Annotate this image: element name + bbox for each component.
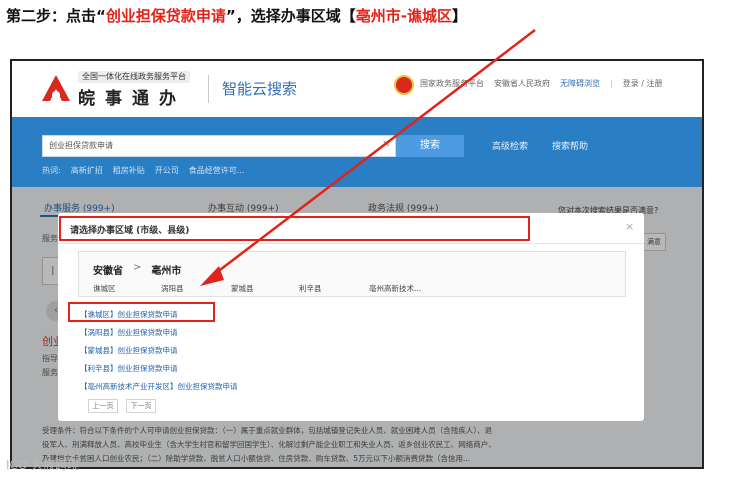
apply-link-lixin[interactable]: 【利辛县】创业担保贷款申请 bbox=[80, 363, 178, 374]
link-separator: | bbox=[610, 79, 613, 88]
advanced-search-link[interactable]: 高级检索 bbox=[492, 139, 528, 152]
prev-page-button[interactable]: 上一页 bbox=[88, 399, 118, 413]
highlight-modal-title bbox=[59, 216, 530, 241]
county-option[interactable]: 涡阳县 bbox=[161, 283, 184, 294]
hot-word[interactable]: 租房补贴 bbox=[113, 165, 145, 176]
link-accessibility[interactable]: 无障碍浏览 bbox=[560, 78, 600, 89]
search-banner: 创业担保贷款申请 ✕ 搜索 高级检索 搜索帮助 热词: 高新扩招 租房补贴 开公… bbox=[12, 117, 702, 187]
chevron-right-icon: > bbox=[133, 262, 142, 273]
site-logo-icon bbox=[42, 75, 70, 101]
hot-word[interactable]: 高新扩招 bbox=[71, 165, 103, 176]
header-divider bbox=[208, 75, 209, 103]
watermark: ICO 大族跨境 bbox=[6, 458, 80, 472]
step-instruction: 第二步：点击“创业担保贷款申请”，选择办事区域【亳州市-谯城区】 bbox=[6, 3, 467, 29]
region-selector: 安徽省 > 亳州市 谯城区 涡阳县 蒙城县 利辛县 亳州高新技术... bbox=[78, 251, 626, 297]
apply-link-hightech-zone[interactable]: 【亳州高新技术产业开发区】创业担保贷款申请 bbox=[80, 381, 238, 392]
region-province[interactable]: 安徽省 bbox=[93, 262, 123, 277]
platform-subtitle: 全国一体化在线政务服务平台 bbox=[78, 71, 190, 83]
region-breadcrumb: 安徽省 > 亳州市 bbox=[93, 262, 181, 277]
close-icon[interactable]: × bbox=[625, 220, 634, 233]
search-input[interactable]: 创业担保贷款申请 bbox=[42, 135, 396, 157]
hot-word[interactable]: 开公司 bbox=[155, 165, 179, 176]
region-city[interactable]: 亳州市 bbox=[151, 262, 181, 277]
apply-link-mengcheng[interactable]: 【蒙城县】创业担保贷款申请 bbox=[80, 345, 178, 356]
instruction-middle: ”，选择办事区域【 bbox=[225, 7, 356, 25]
highlight-qiaocheng-link bbox=[68, 302, 215, 322]
instruction-highlight-service: 创业担保贷款申请 bbox=[105, 7, 226, 25]
top-links: 国家政务服务平台 安徽省人民政府 无障碍浏览 | 登录 / 注册 bbox=[420, 78, 662, 89]
next-page-button[interactable]: 下一页 bbox=[126, 399, 156, 413]
search-help-link[interactable]: 搜索帮助 bbox=[552, 139, 588, 152]
modal-divider bbox=[58, 243, 644, 244]
county-option[interactable]: 谯城区 bbox=[93, 283, 116, 294]
instruction-highlight-region: 亳州市-谯城区 bbox=[355, 7, 452, 25]
link-national-platform[interactable]: 国家政务服务平台 bbox=[420, 78, 484, 89]
instruction-suffix: 】 bbox=[451, 7, 467, 25]
hot-word[interactable]: 食品经营许可... bbox=[189, 165, 245, 176]
link-anhui-government[interactable]: 安徽省人民政府 bbox=[494, 78, 550, 89]
hot-words-label: 热词: bbox=[42, 166, 61, 175]
screenshot-frame: 全国一体化在线政务服务平台 皖事通办 智能云搜索 国家政务服务平台 安徽省人民政… bbox=[10, 59, 704, 469]
county-option[interactable]: 亳州高新技术... bbox=[369, 283, 421, 294]
instruction-prefix: 第二步：点击“ bbox=[6, 7, 106, 25]
search-button[interactable]: 搜索 bbox=[396, 135, 464, 157]
county-option[interactable]: 利辛县 bbox=[299, 283, 322, 294]
clear-icon[interactable]: ✕ bbox=[382, 139, 390, 150]
site-header: 全国一体化在线政务服务平台 皖事通办 智能云搜索 国家政务服务平台 安徽省人民政… bbox=[12, 61, 702, 117]
hot-words: 热词: 高新扩招 租房补贴 开公司 食品经营许可... bbox=[42, 165, 244, 176]
link-login-register[interactable]: 登录 / 注册 bbox=[623, 78, 663, 89]
apply-link-guoyang[interactable]: 【涡阳县】创业担保贷款申请 bbox=[80, 327, 178, 338]
site-name[interactable]: 皖事通办 bbox=[78, 84, 186, 109]
county-option[interactable]: 蒙城县 bbox=[231, 283, 254, 294]
search-brand: 智能云搜索 bbox=[222, 80, 298, 98]
national-emblem-icon bbox=[394, 75, 414, 95]
